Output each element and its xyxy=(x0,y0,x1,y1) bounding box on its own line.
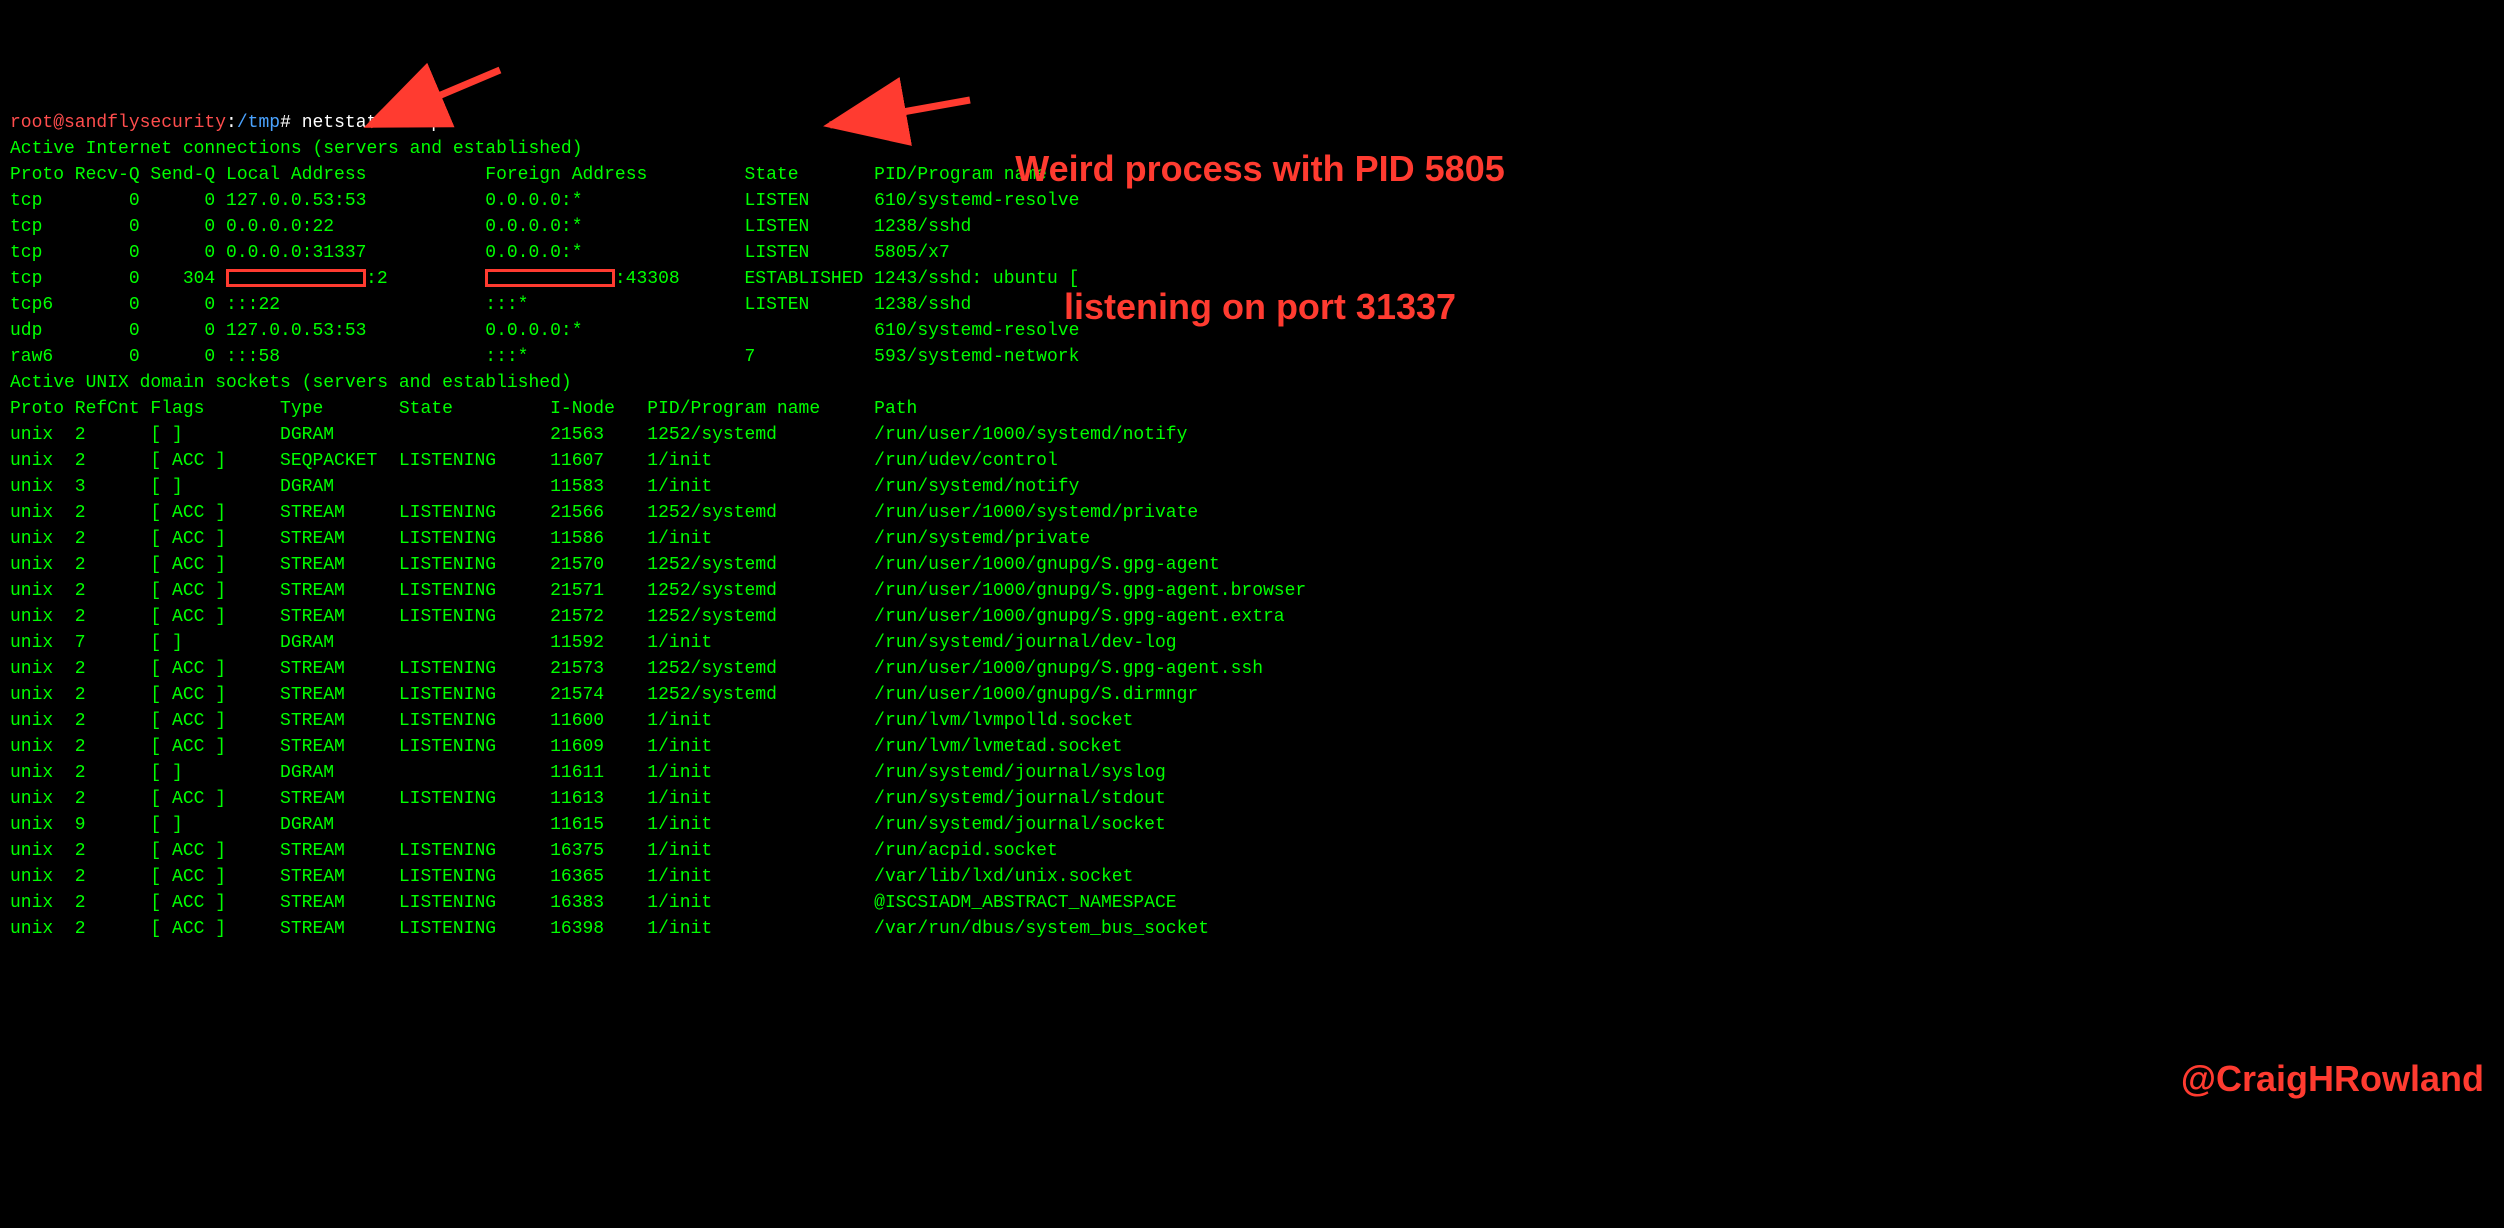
command[interactable]: netstat -nalp xyxy=(302,113,442,133)
inet-row: tcp 0 0 0.0.0.0:22 0.0.0.0:* LISTEN 1238… xyxy=(10,217,971,237)
unix-row: unix 2 [ ACC ] STREAM LISTENING 16365 1/… xyxy=(10,867,1133,887)
annotation-line-1: Weird process with PID 5805 xyxy=(980,146,1540,192)
inet-row: tcp 0 304 :2 :43308 ESTABLISHED 1243/ssh… xyxy=(10,269,1079,289)
unix-columns: Proto RefCnt Flags Type State I-Node PID… xyxy=(10,399,917,419)
prompt-line: root@sandflysecurity:/tmp# netstat -nalp xyxy=(10,113,442,133)
annotation-callout: Weird process with PID 5805 listening on… xyxy=(980,54,1540,376)
unix-row: unix 2 [ ACC ] STREAM LISTENING 16398 1/… xyxy=(10,919,1209,939)
redaction-box xyxy=(485,269,615,287)
unix-row: unix 2 [ ACC ] STREAM LISTENING 21571 12… xyxy=(10,581,1306,601)
unix-row: unix 2 [ ACC ] STREAM LISTENING 11586 1/… xyxy=(10,529,1090,549)
inet-columns: Proto Recv-Q Send-Q Local Address Foreig… xyxy=(10,165,1047,185)
unix-row: unix 2 [ ACC ] STREAM LISTENING 21572 12… xyxy=(10,607,1285,627)
unix-row: unix 2 [ ACC ] STREAM LISTENING 21573 12… xyxy=(10,659,1263,679)
inet-row: udp 0 0 127.0.0.53:53 0.0.0.0:* 610/syst… xyxy=(10,321,1079,341)
unix-row: unix 2 [ ACC ] STREAM LISTENING 11600 1/… xyxy=(10,711,1133,731)
prompt-path: /tmp xyxy=(237,113,280,133)
prompt-hash: # xyxy=(280,113,302,133)
unix-row: unix 2 [ ACC ] STREAM LISTENING 21566 12… xyxy=(10,503,1198,523)
unix-row: unix 2 [ ] DGRAM 11611 1/init /run/syste… xyxy=(10,763,1166,783)
unix-row: unix 9 [ ] DGRAM 11615 1/init /run/syste… xyxy=(10,815,1166,835)
redaction-box xyxy=(226,269,366,287)
unix-row: unix 2 [ ACC ] STREAM LISTENING 11609 1/… xyxy=(10,737,1123,757)
unix-row: unix 2 [ ACC ] STREAM LISTENING 16383 1/… xyxy=(10,893,1177,913)
unix-row: unix 3 [ ] DGRAM 11583 1/init /run/syste… xyxy=(10,477,1079,497)
unix-row: unix 2 [ ACC ] STREAM LISTENING 21570 12… xyxy=(10,555,1220,575)
unix-row: unix 2 [ ACC ] SEQPACKET LISTENING 11607… xyxy=(10,451,1058,471)
unix-row: unix 2 [ ACC ] STREAM LISTENING 11613 1/… xyxy=(10,789,1166,809)
inet-row: tcp6 0 0 :::22 :::* LISTEN 1238/sshd xyxy=(10,295,971,315)
inet-row: raw6 0 0 :::58 :::* 7 593/systemd-networ… xyxy=(10,347,1079,367)
unix-title: Active UNIX domain sockets (servers and … xyxy=(10,373,572,393)
annotation-line-2: listening on port 31337 xyxy=(980,284,1540,330)
unix-row: unix 2 [ ] DGRAM 21563 1252/systemd /run… xyxy=(10,425,1187,445)
prompt-user: root@sandflysecurity xyxy=(10,113,226,133)
prompt-colon: : xyxy=(226,113,237,133)
annotation-watermark: @CraigHRowland xyxy=(2181,1066,2484,1092)
inet-title: Active Internet connections (servers and… xyxy=(10,139,583,159)
inet-row: tcp 0 0 127.0.0.53:53 0.0.0.0:* LISTEN 6… xyxy=(10,191,1079,211)
inet-row: tcp 0 0 0.0.0.0:31337 0.0.0.0:* LISTEN 5… xyxy=(10,243,950,263)
unix-row: unix 7 [ ] DGRAM 11592 1/init /run/syste… xyxy=(10,633,1177,653)
unix-row: unix 2 [ ACC ] STREAM LISTENING 21574 12… xyxy=(10,685,1198,705)
unix-row: unix 2 [ ACC ] STREAM LISTENING 16375 1/… xyxy=(10,841,1058,861)
